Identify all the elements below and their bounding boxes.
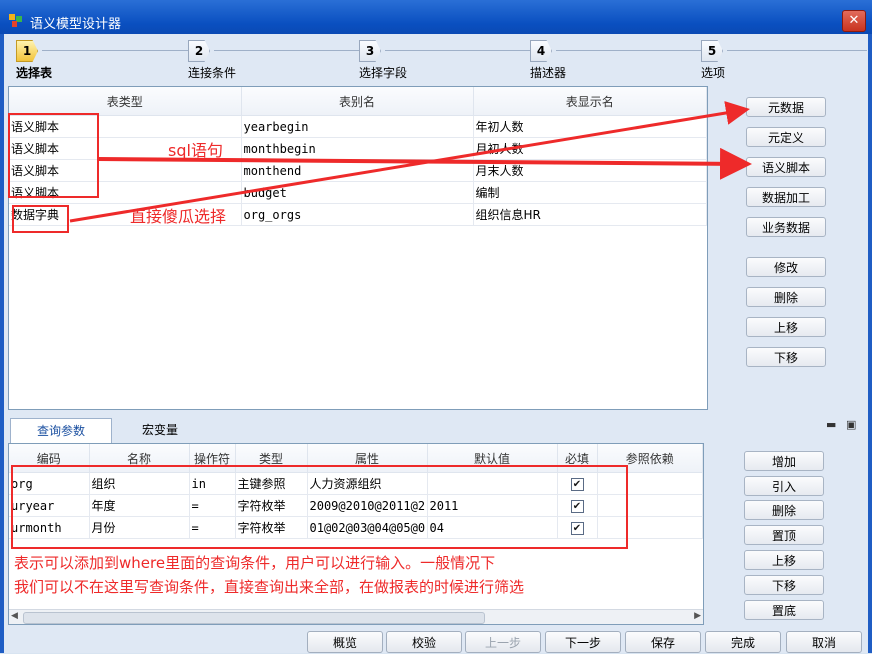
- move-down-button[interactable]: 下移: [746, 347, 826, 367]
- cell-display-name: 月初人数: [473, 137, 707, 160]
- column-header[interactable]: 表类型: [9, 87, 242, 116]
- cell-alias: monthbegin: [241, 137, 474, 160]
- table-row[interactable]: 语义脚本 yearbegin 年初人数: [9, 115, 707, 138]
- data-processing-button[interactable]: 数据加工: [746, 187, 826, 207]
- import-param-button[interactable]: 引入: [744, 476, 824, 496]
- cell-alias: budget: [241, 181, 474, 204]
- annotation-choose: 直接傻瓜选择: [130, 207, 227, 226]
- save-button[interactable]: 保存: [625, 631, 701, 653]
- minimize-icon[interactable]: ▬: [826, 418, 836, 431]
- step-label: 连接条件: [188, 66, 237, 80]
- table-row[interactable]: 语义脚本 monthend 月末人数: [9, 159, 707, 182]
- step-connector: [727, 50, 867, 51]
- step-number: 5: [701, 40, 723, 62]
- step-label: 描述器: [530, 66, 567, 80]
- table-row[interactable]: 语义脚本 monthbegin 月初人数: [9, 137, 707, 160]
- window-title: 语义模型设计器: [30, 17, 122, 32]
- business-data-button[interactable]: 业务数据: [746, 217, 826, 237]
- step-connector: [42, 50, 192, 51]
- cell-display-name: 月末人数: [473, 159, 707, 182]
- cancel-button[interactable]: 取消: [786, 631, 862, 653]
- tab-query-params[interactable]: 查询参数: [10, 418, 112, 443]
- table-row[interactable]: 语义脚本 budget 编制: [9, 181, 707, 204]
- previous-step-button[interactable]: 上一步: [465, 631, 541, 653]
- overview-button[interactable]: 概览: [307, 631, 383, 653]
- finish-button[interactable]: 完成: [705, 631, 781, 653]
- table-row[interactable]: 数据字典 org_orgs 组织信息HR: [9, 203, 707, 226]
- next-step-button[interactable]: 下一步: [545, 631, 621, 653]
- delete-button[interactable]: 删除: [746, 287, 826, 307]
- annotation-note-line1: 表示可以添加到where里面的查询条件，用户可以进行输入。一般情况下: [14, 554, 496, 572]
- cell-display-name: 年初人数: [473, 115, 707, 138]
- horizontal-scrollbar[interactable]: ◀ ▶: [9, 609, 703, 624]
- edit-button[interactable]: 修改: [746, 257, 826, 277]
- step-connector: [556, 50, 701, 51]
- move-top-button[interactable]: 置顶: [744, 525, 824, 545]
- annotation-sql: sql语句: [168, 141, 223, 160]
- cell-alias: yearbegin: [241, 115, 474, 138]
- step-number: 2: [188, 40, 210, 62]
- cell-display-name: 组织信息HR: [473, 203, 707, 226]
- delete-param-button[interactable]: 删除: [744, 500, 824, 520]
- semantic-script-button[interactable]: 语义脚本: [746, 157, 826, 177]
- annotation-note-line2: 我们可以不在这里写查询条件，直接查询出来全部，在做报表的时候进行筛选: [14, 578, 525, 596]
- annotation-box-scripts: [8, 113, 99, 198]
- step-connector: [214, 50, 359, 51]
- column-header[interactable]: 表显示名: [473, 87, 707, 116]
- maximize-icon[interactable]: ▣: [846, 418, 856, 431]
- cell-alias: org_orgs: [241, 203, 474, 226]
- meta-definition-button[interactable]: 元定义: [746, 127, 826, 147]
- cell-alias: monthend: [241, 159, 474, 182]
- move-bottom-button[interactable]: 置底: [744, 600, 824, 620]
- scroll-left-icon[interactable]: ◀: [11, 611, 18, 621]
- step-label: 选项: [701, 66, 726, 80]
- validate-button[interactable]: 校验: [386, 631, 462, 653]
- cell-display-name: 编制: [473, 181, 707, 204]
- step-label: 选择表: [16, 66, 53, 80]
- param-move-up-button[interactable]: 上移: [744, 550, 824, 570]
- scrollbar-thumb[interactable]: [23, 612, 485, 624]
- annotation-box-dictionary: [12, 205, 69, 233]
- move-up-button[interactable]: 上移: [746, 317, 826, 337]
- table-selection-grid: 表类型 表别名 表显示名 语义脚本 yearbegin 年初人数 语义脚本 mo…: [8, 86, 708, 410]
- wizard-steps: 1 选择表 2 连接条件 3 选择字段 4 描述器 5 选项: [0, 34, 872, 84]
- step-number: 3: [359, 40, 381, 62]
- app-logo-icon: [9, 14, 22, 27]
- tab-bar: 查询参数 宏变量: [8, 414, 864, 443]
- step-label: 选择字段: [359, 66, 408, 80]
- metadata-button[interactable]: 元数据: [746, 97, 826, 117]
- step-connector: [385, 50, 530, 51]
- column-header[interactable]: 表别名: [241, 87, 474, 116]
- step-number: 4: [530, 40, 552, 62]
- add-param-button[interactable]: 增加: [744, 451, 824, 471]
- close-button[interactable]: ✕: [842, 10, 866, 32]
- tab-macro-variables[interactable]: 宏变量: [130, 418, 190, 442]
- annotation-box-params: [11, 465, 628, 549]
- param-move-down-button[interactable]: 下移: [744, 575, 824, 595]
- step-number: 1: [16, 40, 38, 62]
- scroll-right-icon[interactable]: ▶: [694, 611, 701, 621]
